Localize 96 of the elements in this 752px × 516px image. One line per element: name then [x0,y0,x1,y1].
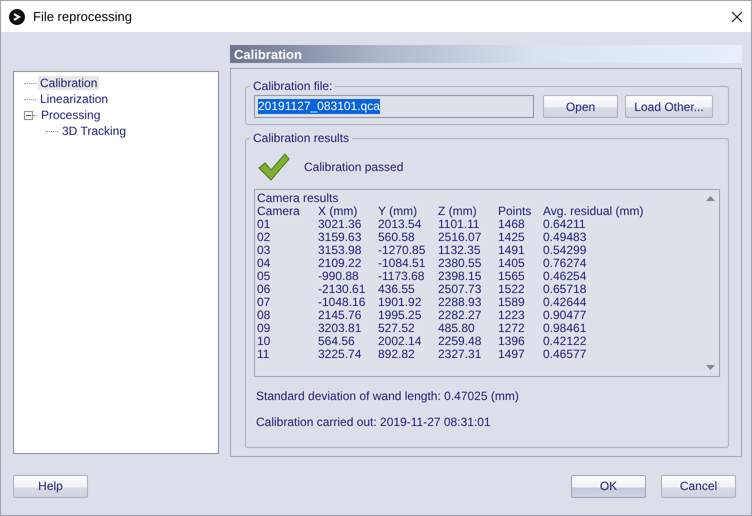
table-cell-text: 527.52 [378,322,416,335]
close-icon[interactable] [731,10,743,22]
table-cell-text: 1132.35 [438,244,482,257]
group-label: Calibration file: [252,79,334,93]
help-button[interactable]: Help [13,474,88,498]
tree-item[interactable]: Linearization [38,92,110,106]
table-cell-text: 1491 [498,244,526,257]
table-cell-text: 1396 [498,335,526,348]
table-cell-text: 892.82 [378,348,416,361]
table-cell-text: 04 [257,257,272,270]
table-cell-text: 07 [257,296,272,309]
table-cell-text: 1995.25 [378,309,422,322]
tree-item[interactable]: 3D Tracking [60,124,128,138]
table-cell-text: 0.49483 [543,231,588,244]
table-cell-text: 08 [257,309,272,322]
table-cell-text: 2507.73 [438,283,482,296]
cancel-button[interactable]: Cancel [661,474,736,498]
column-header: Y (mm) [378,205,418,218]
table-cell-text: 2145.76 [318,309,362,322]
table-cell-text: 3203.81 [318,322,362,335]
table-cell-text: 0.42122 [543,335,588,348]
ok-button[interactable]: OK [571,474,646,498]
calibration-time: Calibration carried out: 2019-11-27 08:31:01 [256,415,491,429]
table-cell-text: -1270.85 [378,244,426,257]
table-cell-text: 10 [257,335,272,348]
table-cell-text: 2398.15 [438,270,482,283]
table-cell-text: 0.46254 [543,270,588,283]
table-cell-text: 0.42644 [543,296,588,309]
table-cell-text: 1589 [498,296,526,309]
table-cell-text: 1101.11 [438,218,481,231]
table-cell-text: 02 [257,231,272,244]
table-cell-text: 2259.48 [438,335,482,348]
table-cell-text: 3225.74 [318,348,362,361]
table-cell-text: 2002.14 [378,335,422,348]
table-cell-text: 11 [257,348,270,361]
table-cell-text: 2013.54 [378,218,422,231]
table-cell-text: 1497 [498,348,526,361]
column-header: Points [498,205,532,218]
table-cell-text: 0.64211 [543,218,586,231]
scroll-down-icon[interactable] [706,365,715,370]
table-cell-text: 436.55 [378,283,416,296]
section-header: Calibration [230,45,742,63]
table-cell-text: 01 [257,218,272,231]
table-cell-text: 0.46577 [543,348,588,361]
table-cell-text: 485.80 [438,322,476,335]
table-cell-text: -2130.61 [318,283,366,296]
scroll-up-icon[interactable] [706,196,715,201]
table-cell-text: 03 [257,244,272,257]
table-cell-text: 2516.07 [438,231,482,244]
table-cell-text: 1425 [498,231,526,244]
wand-label: Standard deviation of wand length: [256,389,441,403]
table-cell-text: 0.98461 [543,322,588,335]
table-cell-text: 1468 [498,218,526,231]
table-cell-text: 1272 [498,322,526,335]
table-cell-text: 1901.92 [378,296,422,309]
table-cell-text: 1405 [498,257,526,270]
table-cell-text: -990.88 [318,270,360,283]
column-header: Camera [257,205,301,218]
table-cell-text: 2380.55 [438,257,482,270]
column-header: Avg. residual (mm) [543,205,644,218]
table-cell-text: 0.65718 [543,283,588,296]
table-cell-text: 2327.31 [438,348,482,361]
table-cell-text: 3153.98 [318,244,362,257]
load-button[interactable]: Load Other... [625,95,713,118]
tree-item[interactable]: Calibration [38,76,100,90]
table-cell-text: 2282.27 [438,309,482,322]
table-cell-text: -1084.51 [378,257,426,270]
collapse-icon[interactable] [24,110,33,120]
table-cell-text: 0.54299 [543,244,588,257]
status-text: Calibration passed [304,160,404,174]
table-cell-text: 1522 [498,283,526,296]
table-cell-text: 06 [257,283,272,296]
column-header: X (mm) [318,205,358,218]
table-cell-text: 0.76274 [543,257,588,270]
table-cell-text: 560.58 [378,231,416,244]
list-title: Camera results [257,192,338,205]
table-cell-text: -1173.68 [378,270,426,283]
table-cell-text: 564.56 [318,335,356,348]
table-cell-text: 3021.36 [318,218,362,231]
column-header: Z (mm) [438,205,478,218]
table-cell-text: 0.90477 [543,309,588,322]
table-cell-text: 2288.93 [438,296,482,309]
app-logo-icon [9,8,25,24]
wand-value: 0.47025 (mm) [444,389,519,403]
table-cell-text: 1565 [498,270,526,283]
table-cell-text: 09 [257,322,272,335]
tree-item[interactable]: Processing [39,108,102,122]
table-cell-text: 1223 [498,309,526,322]
group-label: Calibration results [252,131,350,145]
window-title: File reprocessing [33,9,133,24]
open-button[interactable]: Open [543,95,618,118]
table-cell-text: 05 [257,270,272,283]
table-cell-text: 2109.22 [318,257,362,270]
table-cell-text: -1048.16 [318,296,366,309]
table-cell-text: 3159.63 [318,231,362,244]
file-field[interactable]: 20191127_083101.qca [254,95,534,118]
